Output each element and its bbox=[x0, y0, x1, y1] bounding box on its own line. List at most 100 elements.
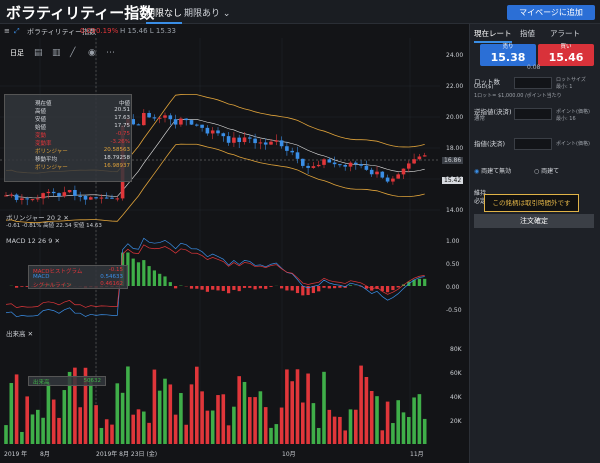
volume-bar bbox=[62, 390, 67, 444]
tab-alert[interactable]: アラート bbox=[550, 28, 580, 39]
candle-body bbox=[115, 198, 120, 200]
volume-bar bbox=[301, 402, 305, 444]
volume-bar bbox=[226, 425, 231, 444]
info-value: 中値 bbox=[118, 101, 130, 107]
volume-bar bbox=[14, 374, 19, 444]
info-value: -3.26% bbox=[110, 139, 130, 145]
candle-body bbox=[89, 197, 93, 200]
candle-body bbox=[396, 174, 400, 179]
radio-hedge-off[interactable]: ◉ 両建て無効 bbox=[474, 166, 511, 175]
volume-bar bbox=[36, 409, 40, 444]
candle-body bbox=[269, 141, 273, 145]
candle-body bbox=[163, 115, 167, 118]
macd-histogram-bar bbox=[242, 286, 247, 288]
volume-bar bbox=[422, 418, 427, 444]
candle-body bbox=[369, 169, 374, 175]
candle-body bbox=[110, 197, 114, 199]
price-tick-label: 22.00 bbox=[446, 83, 464, 90]
macd-histogram-bar bbox=[301, 286, 305, 296]
candle-body bbox=[242, 137, 247, 143]
close-icon[interactable]: ✕ bbox=[54, 237, 59, 245]
limit-input[interactable] bbox=[514, 138, 552, 150]
volume-bar bbox=[327, 409, 332, 444]
radio-hedge-on-label: 両建て bbox=[541, 168, 560, 175]
macd-histogram-bar bbox=[423, 278, 427, 286]
macd-histogram-bar bbox=[264, 286, 268, 289]
submit-order-button[interactable]: 注文確定 bbox=[474, 214, 594, 228]
volume-bar bbox=[20, 431, 24, 444]
info-row: 安値 17.63 bbox=[35, 115, 130, 123]
macd-histogram-bar bbox=[386, 286, 390, 293]
radio-hedge-on[interactable]: ○ 両建て bbox=[534, 166, 559, 175]
candle-body bbox=[422, 155, 427, 157]
lot-note: ロットサイズ bbox=[556, 77, 586, 83]
volume-bar bbox=[179, 393, 183, 444]
sell-price: 15.38 bbox=[490, 51, 526, 64]
sell-button[interactable]: 売り 15.38 bbox=[480, 44, 536, 66]
lot-input[interactable] bbox=[514, 77, 552, 89]
volume-bar bbox=[332, 416, 337, 444]
volume-bar bbox=[4, 425, 8, 444]
volume-bar bbox=[354, 409, 358, 444]
volume-bar bbox=[173, 414, 178, 444]
volume-bar bbox=[385, 401, 390, 444]
add-to-mypage-button[interactable]: マイページに追加 bbox=[507, 5, 595, 20]
macd-tick-label: -0.50 bbox=[446, 307, 462, 314]
macd-histogram-bar bbox=[237, 286, 241, 292]
info-key: 変動 bbox=[35, 133, 47, 139]
volume-bar bbox=[322, 371, 326, 444]
volume-bar bbox=[364, 376, 369, 444]
candle-body bbox=[30, 199, 35, 201]
volume-bar bbox=[391, 423, 395, 444]
volume-bar bbox=[9, 383, 14, 444]
candle-body bbox=[232, 137, 236, 143]
tab-no-expiry[interactable]: 期限なし bbox=[146, 6, 183, 24]
limit-note[interactable]: ポイント(価格) bbox=[556, 140, 590, 147]
volume-bar bbox=[126, 366, 130, 444]
volume-bar bbox=[316, 427, 321, 444]
macd-histogram-bar bbox=[136, 262, 141, 286]
buy-button[interactable]: 買い 15.46 bbox=[538, 44, 594, 66]
volume-bar bbox=[115, 383, 120, 444]
volume-tick-label: 40K bbox=[450, 394, 462, 401]
volume-bar bbox=[311, 403, 316, 444]
price-chart[interactable] bbox=[0, 24, 469, 463]
volume-bar bbox=[380, 430, 385, 444]
volume-bar bbox=[195, 366, 199, 444]
info-row: 高値 20.51 bbox=[35, 107, 130, 115]
close-icon[interactable]: ✕ bbox=[28, 330, 33, 338]
candle-body bbox=[348, 162, 353, 167]
volume-bar bbox=[131, 414, 135, 444]
candle-body bbox=[385, 177, 390, 182]
volume-bar bbox=[142, 411, 146, 444]
tab-with-expiry-label: 期限あり bbox=[184, 9, 221, 19]
tab-with-expiry[interactable]: 期限あり ⌄ bbox=[184, 6, 230, 19]
time-tick-label: 2019年 8月 23日 (金) bbox=[96, 451, 158, 458]
candle-body bbox=[290, 150, 294, 153]
macd-histogram-bar bbox=[285, 286, 289, 291]
limit-label: 指値(決済) bbox=[474, 140, 506, 148]
macd-histogram-bar bbox=[322, 286, 326, 288]
volume-bar bbox=[401, 412, 406, 444]
volume-bar bbox=[417, 394, 422, 444]
chart-area[interactable]: ≡ ⤢ ボラティリティー指数 0.03 0.19% H 15.46 L 15.3… bbox=[0, 24, 469, 463]
tab-limit[interactable]: 指値 bbox=[520, 28, 535, 39]
volume-bar bbox=[263, 407, 268, 444]
volume-bar bbox=[258, 391, 263, 444]
price-tick-label: 18.00 bbox=[446, 145, 464, 152]
candle-body bbox=[41, 193, 45, 199]
info-key: ボリンジャー bbox=[35, 165, 68, 171]
candle-body bbox=[216, 130, 220, 134]
candle-body bbox=[78, 195, 82, 197]
stop-input[interactable] bbox=[514, 108, 552, 120]
macd-histogram-bar bbox=[205, 286, 209, 292]
stop-note[interactable]: ポイント(価格) bbox=[556, 108, 590, 115]
volume-bar bbox=[189, 384, 194, 444]
macd-histogram-bar bbox=[200, 286, 204, 290]
stop-type[interactable]: 通常 bbox=[474, 114, 485, 122]
buy-label: 買い bbox=[560, 44, 572, 50]
info-value: 20.51 bbox=[114, 107, 130, 113]
volume-bar bbox=[205, 410, 210, 444]
tab-market-rate[interactable]: 現在レート bbox=[474, 28, 512, 43]
macd-histogram-bar bbox=[327, 286, 331, 289]
